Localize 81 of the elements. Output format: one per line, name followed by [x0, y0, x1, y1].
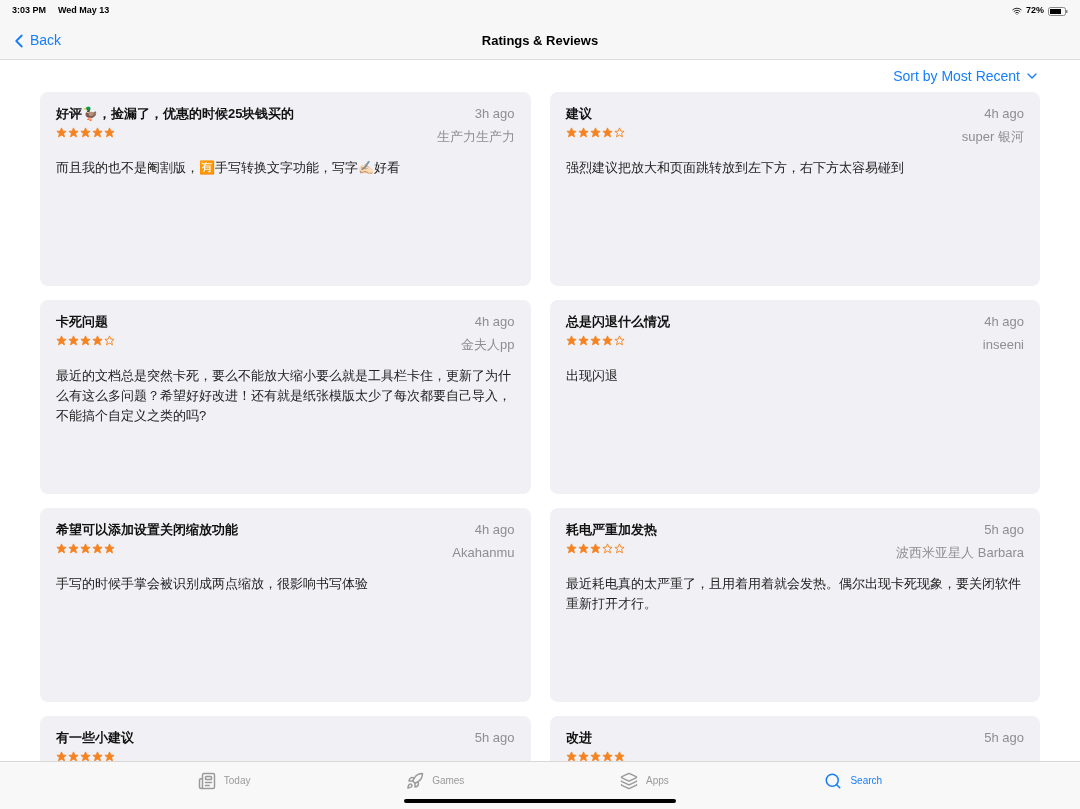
filled-star-icon [104, 126, 115, 138]
filled-star-icon [577, 542, 589, 554]
filled-star-icon [68, 126, 79, 138]
review-time: 5h ago [984, 521, 1024, 539]
tab-item[interactable]: Today [197, 771, 251, 790]
filled-star-icon [601, 750, 613, 761]
review-author: 波西米亚星人 Barbara [896, 543, 1024, 562]
review-time: 4h ago [984, 313, 1024, 331]
filled-star-icon [589, 750, 601, 761]
review-time: 3h ago [474, 105, 515, 123]
review-time: 4h ago [474, 313, 515, 331]
review-text: 出现闪退 [565, 367, 619, 385]
filled-star-icon [601, 126, 613, 138]
filled-star-icon [80, 542, 91, 554]
review-author: 生产力生产力 [436, 127, 515, 146]
filled-star-icon [104, 750, 115, 761]
empty-star-icon [104, 334, 115, 346]
filled-star-icon [565, 542, 577, 554]
tab-item[interactable]: Apps [620, 771, 669, 790]
filled-star-icon [565, 750, 577, 761]
sort-dropdown[interactable]: Sort by Most Recent [893, 65, 1040, 87]
filled-star-icon [577, 334, 589, 346]
review-author: inseeni [982, 335, 1024, 354]
filled-star-icon [56, 750, 67, 761]
battery-percent: 72% [1026, 4, 1044, 18]
filled-star-icon [565, 126, 577, 138]
review-title: 卡死问题 [56, 313, 109, 331]
review-title: 好评🦆，捡漏了，优惠的时候25块钱买的 [56, 105, 295, 123]
newspaper-icon [197, 771, 216, 790]
review-time: 5h ago [984, 729, 1024, 747]
review-title: 耗电严重加发热 [565, 521, 657, 539]
filled-star-icon [56, 334, 67, 346]
review-text: 手写的时候手掌会被识别成两点缩放，很影响书写体验 [56, 575, 369, 593]
empty-star-icon [613, 542, 625, 554]
status-date: Wed May 13 [58, 4, 110, 18]
filled-star-icon [80, 126, 91, 138]
review-text: 强烈建议把放大和页面跳转放到左下方，右下方太容易碰到 [565, 159, 905, 177]
review-title: 有一些小建议 [56, 729, 134, 747]
wifi-icon [1012, 6, 1022, 16]
review-time: 5h ago [474, 729, 515, 747]
filled-star-icon [589, 542, 601, 554]
review-time: 4h ago [984, 105, 1024, 123]
filled-star-icon [92, 334, 103, 346]
filled-star-icon [68, 750, 79, 761]
battery-icon [1048, 6, 1068, 16]
page-title: Ratings & Reviews [481, 31, 599, 50]
tab-item[interactable]: Games [406, 771, 465, 790]
filled-star-icon [56, 542, 67, 554]
filled-star-icon [104, 542, 115, 554]
review-title: 建议 [565, 105, 593, 123]
filled-star-icon [589, 334, 601, 346]
review-text: 最近的文档总是突然卡死，要么不能放大缩小要么就是工具栏卡住，更新了为什么有这么多问题？希望好好改进！还有就是纸张模版太少了每次都要自己导入，不能搞个自定义之类的吗? [56, 367, 512, 425]
filled-star-icon [92, 542, 103, 554]
filled-star-icon [565, 334, 577, 346]
filled-star-icon [80, 750, 91, 761]
review-title: 改进 [565, 729, 593, 747]
review-author: Akahanmu [452, 543, 515, 562]
filled-star-icon [68, 542, 79, 554]
search-icon [824, 771, 843, 790]
layers-icon [620, 771, 638, 790]
filled-star-icon [577, 750, 589, 761]
tab-item[interactable]: Search [824, 771, 883, 790]
filled-star-icon [92, 750, 103, 761]
status-time: 3:03 PM [12, 4, 46, 18]
filled-star-icon [613, 750, 625, 761]
filled-star-icon [601, 334, 613, 346]
filled-star-icon [56, 126, 67, 138]
review-author: 金夫人pp [461, 335, 515, 354]
filled-star-icon [577, 126, 589, 138]
filled-star-icon [92, 126, 103, 138]
filled-star-icon [589, 126, 601, 138]
filled-star-icon [68, 334, 79, 346]
rocket-icon [406, 771, 425, 790]
review-text: 最近耗电真的太严重了，且用着用着就会发热。偶尔出现卡死现象，要关闭软件重新打开才行。 [565, 575, 1022, 613]
review-title: 总是闪退什么情况 [565, 313, 670, 331]
back-button[interactable]: Back [8, 29, 62, 52]
review-text: 而且我的也不是阉割版，🈶手写转换文字功能，写字✍🏻好看 [56, 159, 401, 177]
review-title: 希望可以添加设置关闭缩放功能 [56, 521, 238, 539]
review-time: 4h ago [474, 521, 515, 539]
review-author: super 银河 [961, 127, 1024, 146]
filled-star-icon [80, 334, 91, 346]
